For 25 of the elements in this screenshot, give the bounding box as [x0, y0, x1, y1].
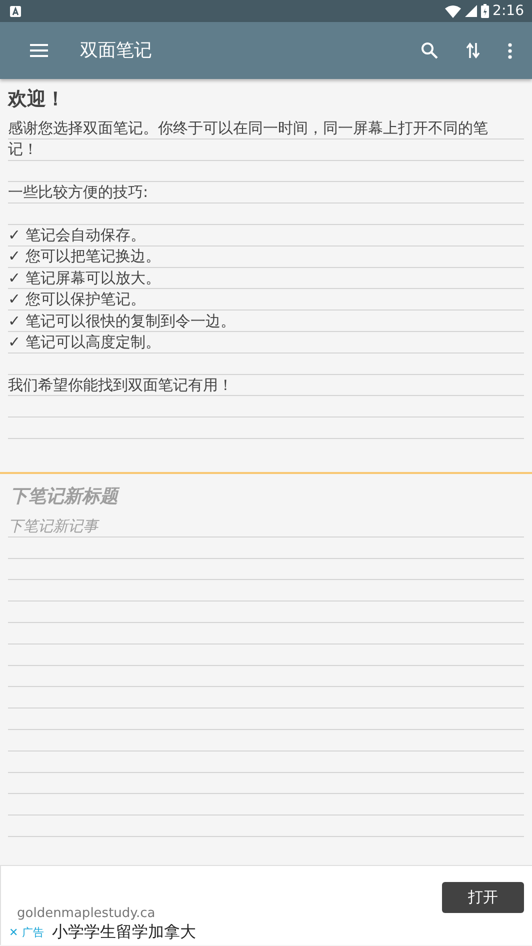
tip-line: ✓ 笔记会自动保存。	[8, 225, 146, 246]
note-paragraph: 感谢您选择双面笔记。你终于可以在同一时间，同一屏幕上打开不同的笔记！	[8, 118, 489, 160]
up-down-arrows-icon	[466, 42, 480, 59]
ad-label: 广告	[22, 924, 44, 940]
signal-icon	[464, 5, 477, 17]
tip-line: ✓ 您可以把笔记换边。	[8, 246, 162, 268]
ad-headline: 小学学生留学加拿大	[52, 923, 196, 941]
notification-icon	[10, 6, 21, 16]
more-icon	[508, 42, 512, 58]
title-input[interactable]: 下笔记新标题	[8, 482, 524, 510]
tip-line: ✓ 笔记可以很快的复制到令一边。	[8, 310, 236, 332]
open-button[interactable]: 打开	[442, 882, 524, 912]
note-heading: 一些比较方便的技巧:	[8, 182, 150, 204]
note-paragraph: 我们希望你能找到双面笔记有用！	[8, 374, 234, 396]
search-icon	[421, 42, 438, 59]
battery-icon	[480, 4, 489, 18]
clock: 2:16	[492, 2, 524, 20]
tip-line: ✓ 您可以保护笔记。	[8, 289, 146, 310]
menu-icon	[30, 44, 48, 57]
ad-domain: goldenmaplestudy.ca	[17, 904, 156, 922]
note-title: 欢迎！	[8, 87, 66, 112]
tip-line: ✓ 笔记可以高度定制。	[8, 332, 162, 354]
tip-line: ✓ 笔记屏幕可以放大。	[8, 268, 162, 289]
wifi-icon	[444, 4, 461, 18]
app-title: 双面笔记	[80, 39, 153, 63]
